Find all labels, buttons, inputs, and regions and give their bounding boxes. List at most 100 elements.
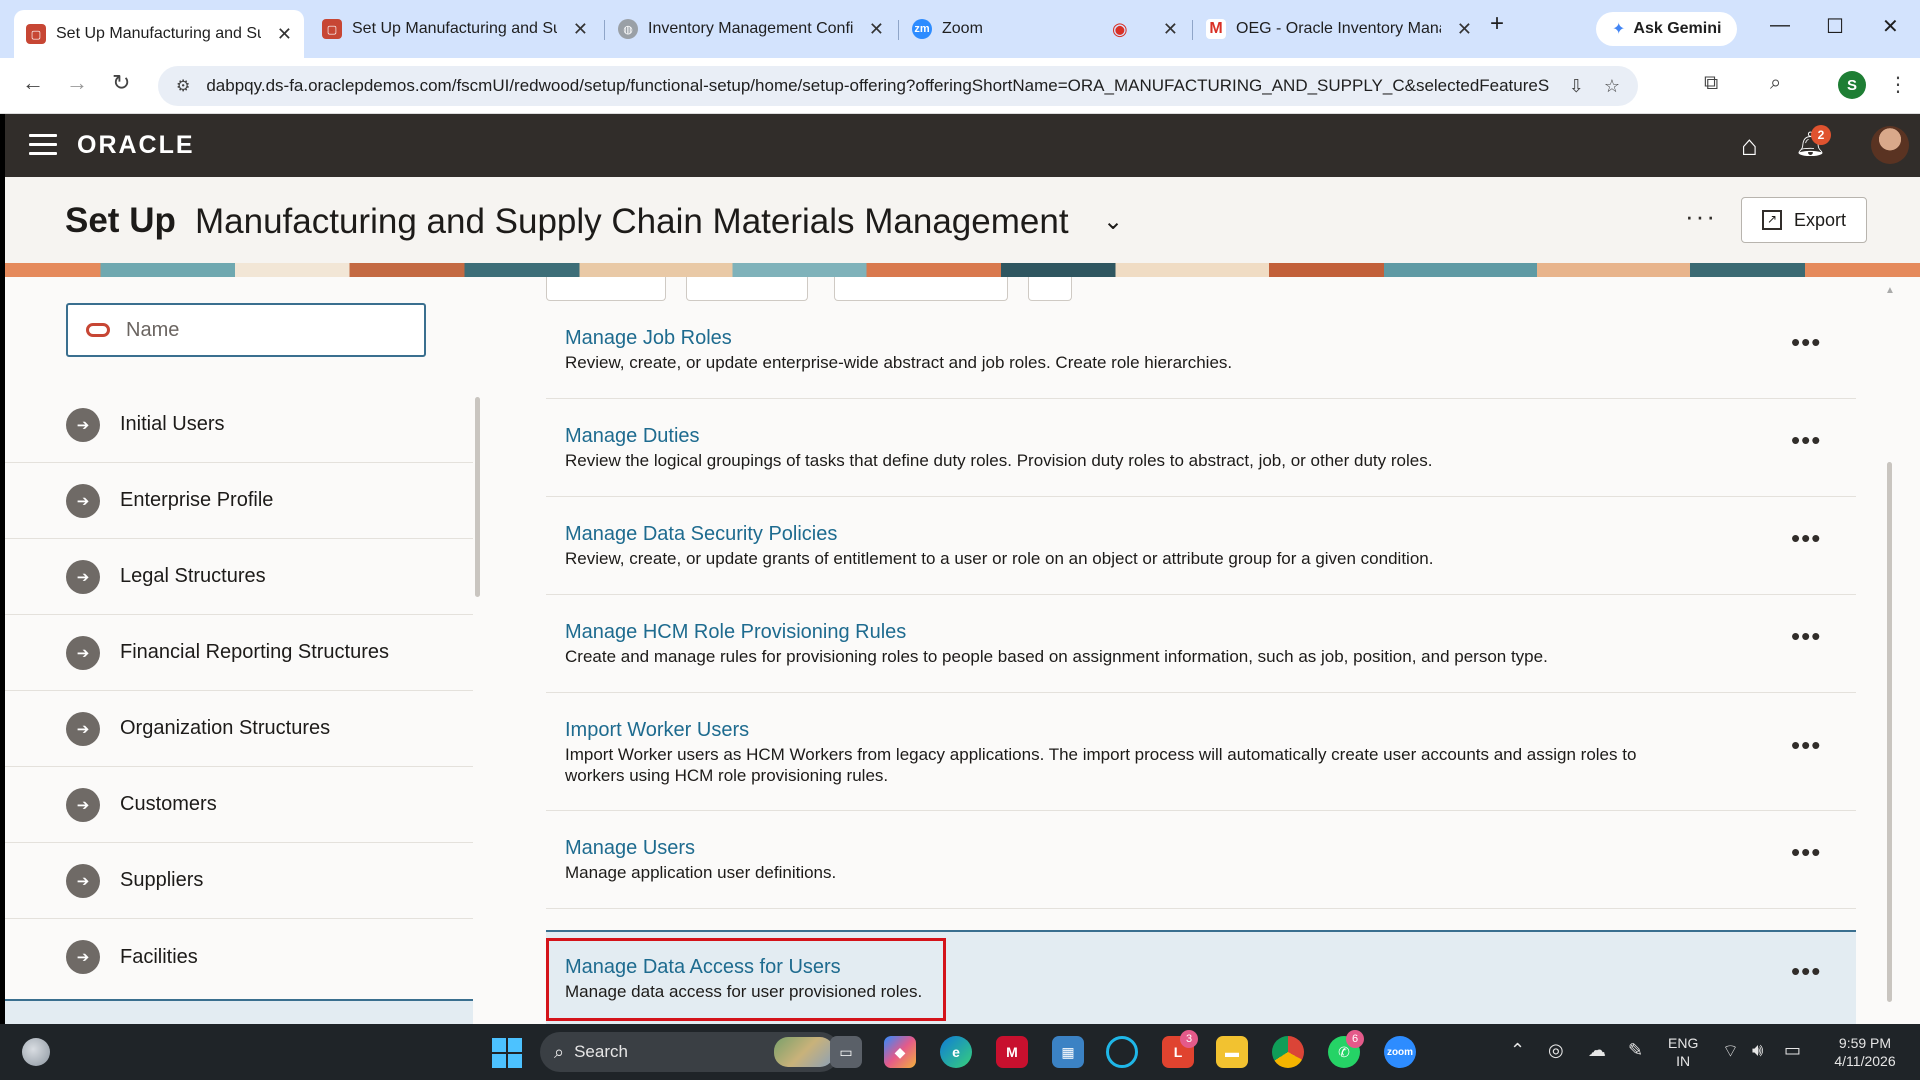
close-icon[interactable]: ✕ <box>1163 19 1178 40</box>
window-close-button[interactable]: ✕ <box>1882 14 1899 39</box>
search-field[interactable] <box>66 303 426 357</box>
left-scrollbar[interactable] <box>475 397 480 597</box>
cortana-icon[interactable] <box>1106 1036 1138 1068</box>
task-view-icon[interactable]: ▭ <box>830 1036 862 1068</box>
tab-title: Set Up Manufacturing and Sup <box>56 25 261 42</box>
functional-area-item[interactable]: ➔ Initial Users <box>5 387 473 463</box>
offering-selector[interactable]: Manufacturing and Supply Chain Materials… <box>195 202 1069 242</box>
address-bar[interactable]: ⚙ dabpqy.ds-fa.oraclepdemos.com/fscmUI/r… <box>158 66 1638 106</box>
scroll-up-icon[interactable]: ▲ <box>1885 285 1895 296</box>
back-icon[interactable]: ← <box>22 70 44 96</box>
functional-area-item[interactable]: ➔ Enterprise Profile <box>5 463 473 539</box>
search-icon: ⌕ <box>554 1041 565 1062</box>
right-scrollbar[interactable] <box>1887 462 1892 1002</box>
chrome-icon[interactable] <box>1272 1036 1304 1068</box>
functional-area-item-selected[interactable] <box>5 999 473 1024</box>
maximize-button[interactable]: ☐ <box>1826 14 1844 39</box>
profile-avatar[interactable]: S <box>1838 71 1866 99</box>
whatsapp-badge: 6 <box>1346 1030 1364 1048</box>
task-link[interactable]: Manage HCM Role Provisioning Rules <box>565 621 906 644</box>
task-actions-menu[interactable]: ••• <box>1791 523 1821 554</box>
filter-chip[interactable] <box>1028 277 1072 301</box>
clock-date: 4/11/2026 <box>1834 1053 1896 1069</box>
task-description: Review, create, or update grants of enti… <box>565 549 1434 568</box>
close-icon[interactable]: ✕ <box>869 19 884 40</box>
start-button[interactable] <box>492 1038 522 1068</box>
ask-gemini-button[interactable]: ✦ Ask Gemini <box>1596 12 1738 46</box>
task-link[interactable]: Manage Job Roles <box>565 327 732 350</box>
page-title-prefix: Set Up <box>65 201 176 240</box>
home-icon[interactable]: ⌂ <box>1741 130 1758 162</box>
task-link[interactable]: Manage Duties <box>565 425 700 448</box>
user-avatar[interactable] <box>1871 126 1909 164</box>
camera-icon[interactable]: ◎ <box>1548 1040 1564 1061</box>
search-input[interactable] <box>126 318 406 342</box>
more-actions-button[interactable]: ··· <box>1685 201 1717 232</box>
functional-area-label: Organization Structures <box>120 717 331 739</box>
chevron-down-icon[interactable]: ⌄ <box>1103 207 1123 236</box>
close-icon[interactable]: ✕ <box>277 24 292 45</box>
install-app-icon[interactable]: ⇩ <box>1569 76 1584 97</box>
close-icon[interactable]: ✕ <box>573 19 588 40</box>
browser-tab-3[interactable]: ◍ Inventory Management Config ✕ <box>606 10 896 48</box>
task-actions-menu[interactable]: ••• <box>1791 730 1821 761</box>
task-row: Manage Users Manage application user def… <box>546 811 1856 909</box>
mcafee-icon[interactable]: M <box>996 1036 1028 1068</box>
filter-chip[interactable] <box>546 277 666 301</box>
task-actions-menu[interactable]: ••• <box>1791 425 1821 456</box>
functional-area-item[interactable]: ➔ Customers <box>5 767 473 843</box>
battery-icon[interactable]: ▭ <box>1784 1040 1801 1061</box>
taskbar-search[interactable]: ⌕ Search <box>540 1032 840 1072</box>
copilot-icon[interactable]: ◆ <box>884 1036 916 1068</box>
annotation-highlight-box <box>546 938 946 1021</box>
functional-area-item[interactable]: ➔ Organization Structures <box>5 691 473 767</box>
extensions-icon[interactable]: ⧉ <box>1704 72 1718 95</box>
task-link[interactable]: Manage Data Security Policies <box>565 523 837 546</box>
edge-icon[interactable]: e <box>940 1036 972 1068</box>
functional-area-item[interactable]: ➔ Facilities <box>5 919 473 995</box>
browser-tab-5[interactable]: M OEG - Oracle Inventory Manag ✕ <box>1194 10 1484 48</box>
menu-kebab-icon[interactable]: ⋮ <box>1888 72 1908 97</box>
hamburger-menu-icon[interactable] <box>29 134 57 161</box>
oracle-logo[interactable]: ORACLE <box>77 131 195 160</box>
site-settings-icon[interactable]: ⚙ <box>176 76 190 96</box>
task-actions-menu[interactable]: ••• <box>1791 956 1821 987</box>
task-actions-menu[interactable]: ••• <box>1791 621 1821 652</box>
functional-area-item[interactable]: ➔ Suppliers <box>5 843 473 919</box>
new-tab-button[interactable]: + <box>1490 10 1504 38</box>
functional-area-item[interactable]: ➔ Legal Structures <box>5 539 473 615</box>
language-indicator[interactable]: ENG IN <box>1668 1034 1698 1070</box>
tab-title: OEG - Oracle Inventory Manag <box>1236 20 1441 37</box>
filter-chip[interactable] <box>686 277 808 301</box>
store-icon[interactable]: ▦ <box>1052 1036 1084 1068</box>
bookmark-star-icon[interactable]: ☆ <box>1604 76 1620 97</box>
close-icon[interactable]: ✕ <box>1457 19 1472 40</box>
cloud-icon[interactable]: ☁ <box>1588 1040 1606 1061</box>
filter-chip[interactable] <box>834 277 1008 301</box>
arrow-right-icon: ➔ <box>66 863 100 898</box>
task-link[interactable]: Manage Users <box>565 837 695 860</box>
weather-icon[interactable] <box>22 1038 50 1066</box>
browser-tab-1[interactable]: ▢ Set Up Manufacturing and Sup ✕ <box>14 10 304 58</box>
zoom-icon[interactable]: zoom <box>1384 1036 1416 1068</box>
browser-tab-2[interactable]: ▢ Set Up Manufacturing and Sup ✕ <box>310 10 600 48</box>
export-button[interactable]: ↗ Export <box>1741 197 1867 243</box>
pen-icon[interactable]: ✎ <box>1628 1040 1643 1061</box>
wifi-icon[interactable]: ⌔ <box>1722 1040 1739 1063</box>
task-actions-menu[interactable]: ••• <box>1791 327 1821 358</box>
browser-tab-4[interactable]: zm Zoom ◉ ✕ <box>900 10 1190 48</box>
forward-icon[interactable]: → <box>66 70 88 96</box>
task-description: Import Worker users as HCM Workers from … <box>565 745 1637 785</box>
volume-icon[interactable]: 🔊︎ <box>1752 1040 1763 1061</box>
file-explorer-icon[interactable]: ▬ <box>1216 1036 1248 1068</box>
task-row: Manage HCM Role Provisioning Rules Creat… <box>546 595 1856 693</box>
functional-area-item[interactable]: ➔ Financial Reporting Structures <box>5 615 473 691</box>
tab-search-icon[interactable]: ⌕ <box>1770 72 1781 95</box>
minimize-button[interactable]: — <box>1770 14 1790 37</box>
gmail-icon: M <box>1206 19 1226 39</box>
task-link[interactable]: Import Worker Users <box>565 719 749 742</box>
task-actions-menu[interactable]: ••• <box>1791 837 1821 868</box>
reload-icon[interactable]: ↻ <box>112 70 130 96</box>
chevron-up-icon[interactable]: ⌃ <box>1510 1040 1525 1061</box>
clock[interactable]: 9:59 PM 4/11/2026 <box>1822 1034 1908 1070</box>
